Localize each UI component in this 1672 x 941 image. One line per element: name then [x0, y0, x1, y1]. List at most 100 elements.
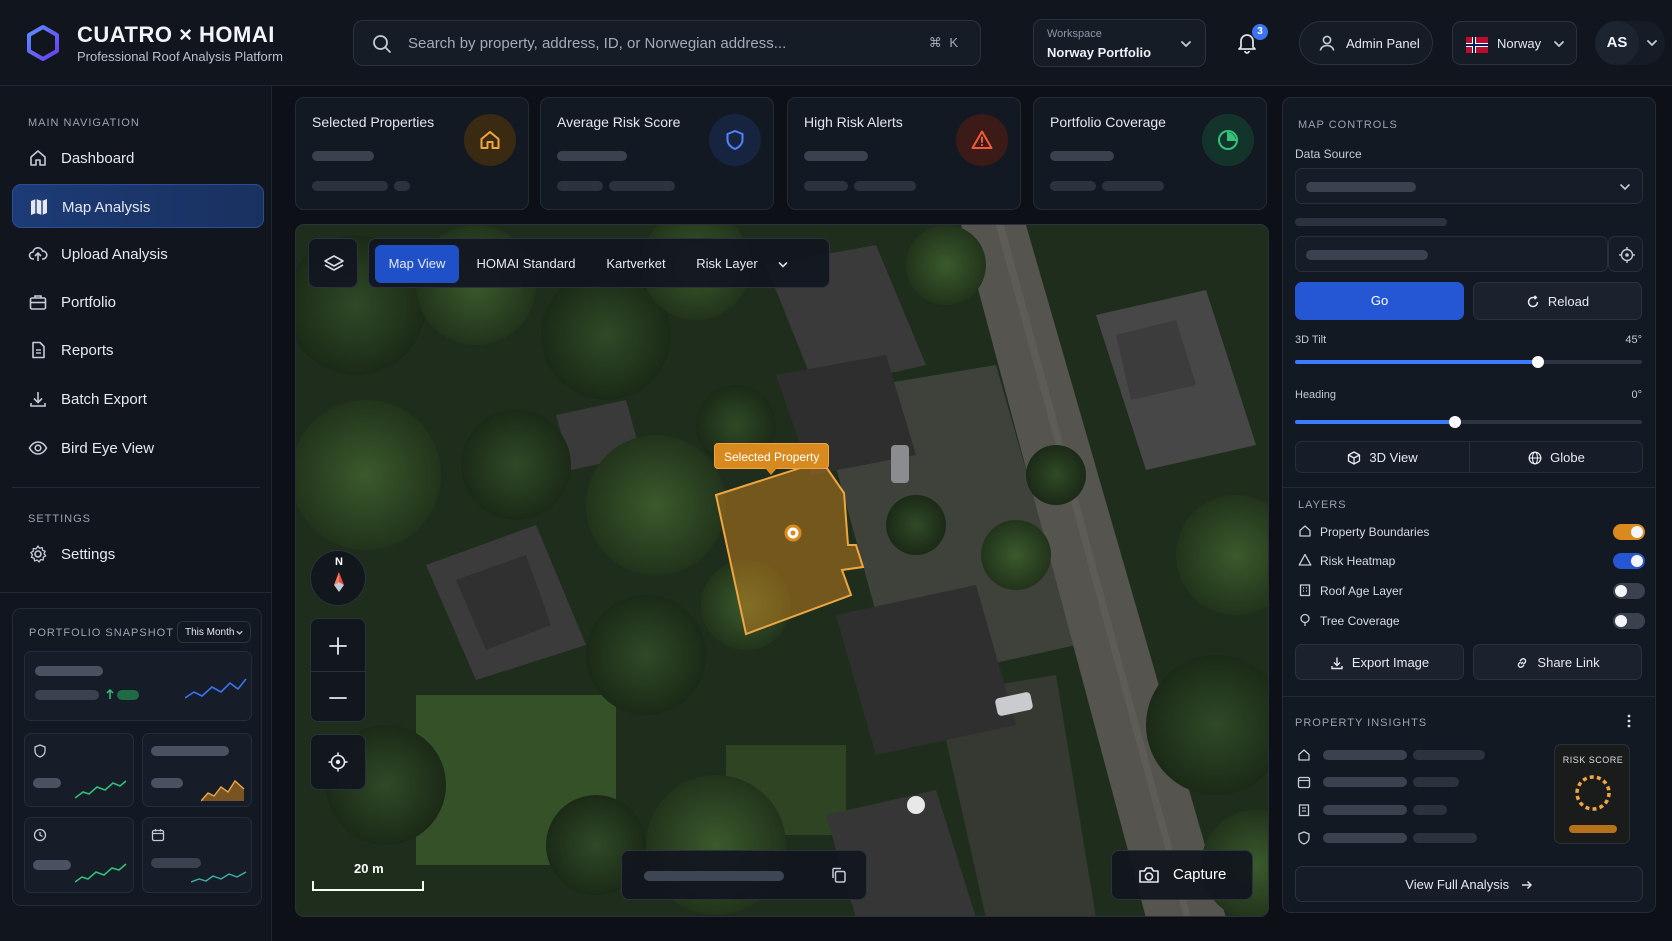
slider-thumb[interactable] — [1448, 416, 1461, 428]
compass[interactable]: N — [310, 550, 366, 606]
layer-row-risk-heatmap[interactable]: Risk Heatmap — [1295, 550, 1645, 572]
locate-coordinates-button[interactable] — [1608, 236, 1643, 272]
admin-panel-button[interactable]: Admin Panel — [1299, 21, 1433, 65]
skeleton — [1050, 181, 1096, 191]
map-canvas[interactable]: Selected Property Map View HOMAI Standar… — [295, 224, 1269, 917]
heading-slider[interactable] — [1295, 416, 1642, 428]
reload-button[interactable]: Reload — [1473, 282, 1642, 320]
stat-card-average-risk-score[interactable]: Average Risk Score — [540, 97, 774, 210]
layer-row-property-boundaries[interactable]: Property Boundaries — [1295, 521, 1645, 543]
locate-me-button[interactable] — [310, 734, 366, 790]
sidebar: MAIN NAVIGATION Dashboard Map Analysis U… — [0, 86, 272, 941]
zoom-out-button[interactable] — [311, 671, 367, 723]
sparkline-icon — [185, 676, 247, 702]
risk-score-ring-icon — [1573, 773, 1613, 813]
layer-row-tree-coverage[interactable]: Tree Coverage — [1295, 610, 1645, 632]
view-full-analysis-button[interactable]: View Full Analysis — [1295, 866, 1643, 902]
skeleton — [1050, 151, 1114, 161]
shield-icon — [723, 128, 747, 152]
zoom-in-button[interactable] — [311, 619, 367, 671]
brand-logo-icon[interactable] — [24, 24, 62, 62]
stat-card-high-risk-alerts[interactable]: High Risk Alerts — [787, 97, 1021, 210]
skeleton — [117, 690, 139, 700]
risk-score-card[interactable]: RISK SCORE — [1554, 744, 1630, 844]
sidebar-item-reports[interactable]: Reports — [12, 328, 264, 372]
data-source-select[interactable] — [1295, 168, 1643, 204]
user-menu[interactable]: AS — [1595, 21, 1665, 65]
skeleton — [1413, 833, 1477, 843]
workspace-label: Workspace — [1047, 28, 1102, 40]
globe-button[interactable]: Globe — [1470, 439, 1643, 477]
shield-icon — [1297, 831, 1311, 845]
stat-card-portfolio-coverage[interactable]: Portfolio Coverage — [1033, 97, 1267, 210]
eye-icon — [28, 438, 48, 458]
tab-kartverket[interactable]: Kartverket — [591, 245, 681, 283]
sidebar-item-map-analysis[interactable]: Map Analysis — [12, 184, 264, 228]
workspace-select[interactable]: Workspace Norway Portfolio — [1033, 19, 1206, 67]
home-icon — [28, 148, 48, 168]
layer-row-roof-age[interactable]: Roof Age Layer — [1295, 580, 1645, 602]
stat-title: Average Risk Score — [557, 114, 681, 130]
cube-icon — [1347, 450, 1361, 465]
tree-coverage-toggle[interactable] — [1613, 613, 1645, 629]
home-icon — [478, 128, 502, 152]
skeleton — [1323, 750, 1407, 760]
map-icon — [29, 197, 49, 217]
country-select[interactable]: Norway — [1452, 21, 1577, 65]
sidebar-item-settings[interactable]: Settings — [12, 532, 264, 576]
tab-map-view[interactable]: Map View — [375, 245, 459, 283]
skeleton — [394, 181, 410, 191]
refresh-icon — [1526, 294, 1540, 309]
stat-title: Portfolio Coverage — [1050, 114, 1166, 130]
sidebar-item-portfolio[interactable]: Portfolio — [12, 280, 264, 324]
calendar-icon — [1297, 775, 1311, 789]
property-boundaries-toggle[interactable] — [1613, 524, 1645, 540]
sidebar-item-bird-eye-view[interactable]: Bird Eye View — [12, 426, 264, 470]
slider-thumb[interactable] — [1531, 356, 1544, 368]
building-icon — [1298, 583, 1312, 597]
share-link-button[interactable]: Share Link — [1473, 644, 1642, 680]
tab-risk-layer[interactable]: Risk Layer — [687, 245, 788, 283]
search-input[interactable] — [408, 21, 868, 65]
snapshot-card[interactable] — [24, 651, 252, 721]
plus-icon — [327, 635, 349, 657]
sidebar-item-upload-analysis[interactable]: Upload Analysis — [12, 232, 264, 276]
risk-heatmap-toggle[interactable] — [1613, 553, 1645, 569]
layer-label: Risk Heatmap — [1320, 554, 1396, 568]
search-shortcut: ⌘ K — [928, 35, 960, 50]
snapshot-card[interactable] — [24, 817, 134, 893]
layers-button[interactable] — [308, 238, 358, 288]
snapshot-period-select[interactable]: This Month — [177, 621, 251, 643]
warning-icon — [970, 128, 994, 152]
3d-view-label: 3D View — [1369, 450, 1418, 465]
skeleton — [1323, 805, 1407, 815]
3d-view-button[interactable]: 3D View — [1296, 439, 1469, 477]
roof-age-toggle[interactable] — [1613, 583, 1645, 599]
sidebar-item-dashboard[interactable]: Dashboard — [12, 136, 264, 180]
snapshot-card[interactable] — [142, 733, 252, 807]
go-button[interactable]: Go — [1295, 282, 1464, 320]
tilt-slider[interactable] — [1295, 356, 1642, 368]
snapshot-card[interactable] — [142, 817, 252, 893]
divider — [12, 487, 260, 488]
capture-button[interactable]: Capture — [1111, 850, 1253, 900]
coordinates-input[interactable] — [1295, 236, 1608, 272]
snapshot-card[interactable] — [24, 733, 134, 807]
document-icon — [28, 340, 48, 360]
view-mode-toggle: 3D View Globe — [1295, 441, 1643, 473]
copy-icon[interactable] — [830, 866, 848, 884]
stat-card-selected-properties[interactable]: Selected Properties — [295, 97, 529, 210]
export-image-button[interactable]: Export Image — [1295, 644, 1464, 680]
sidebar-item-batch-export[interactable]: Batch Export — [12, 377, 264, 421]
sidebar-item-label: Dashboard — [61, 150, 135, 167]
more-options-icon[interactable] — [1626, 713, 1632, 729]
chevron-down-icon — [1179, 37, 1193, 51]
home-icon — [1297, 748, 1311, 762]
workspace-value: Norway Portfolio — [1047, 45, 1152, 60]
download-icon — [28, 389, 48, 409]
tab-homai-standard[interactable]: HOMAI Standard — [466, 245, 586, 283]
layer-label: Property Boundaries — [1320, 525, 1430, 539]
sidebar-item-label: Portfolio — [61, 294, 117, 311]
toggle-knob — [1615, 615, 1627, 627]
heading-label: Heading — [1295, 389, 1336, 401]
